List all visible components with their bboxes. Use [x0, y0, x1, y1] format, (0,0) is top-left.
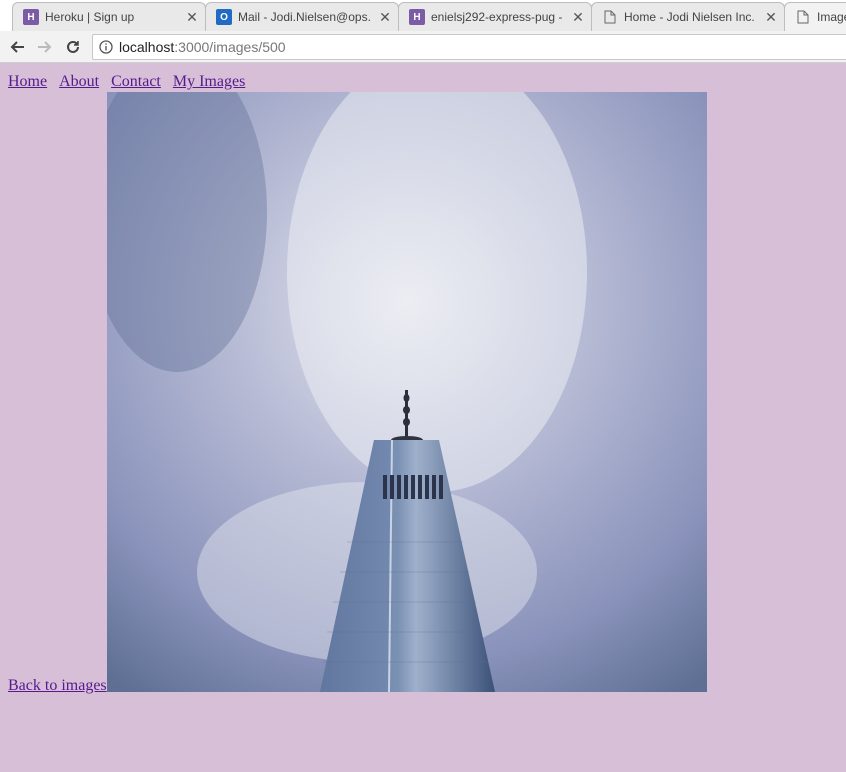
page-viewport: Home About Contact My Images Back to ima…	[0, 63, 846, 772]
page-icon	[602, 9, 618, 25]
back-arrow-icon[interactable]	[6, 36, 28, 58]
tab-title: Home - Jodi Nielsen Inc.	[624, 10, 755, 24]
site-nav: Home About Contact My Images	[8, 73, 257, 91]
url-host: localhost	[119, 39, 175, 55]
nav-home-link[interactable]: Home	[8, 73, 47, 90]
address-bar[interactable]: localhost:3000/images/500	[92, 34, 846, 60]
tab-heroku-signup[interactable]: H Heroku | Sign up ✕	[12, 2, 206, 31]
nav-my-images-link[interactable]: My Images	[173, 73, 245, 90]
tab-title: Image	[817, 10, 846, 24]
url-text: localhost:3000/images/500	[119, 39, 286, 55]
page-icon	[795, 9, 811, 25]
heroku-icon: H	[409, 9, 425, 25]
tab-mail[interactable]: O Mail - Jodi.Nielsen@ops. ✕	[205, 2, 399, 31]
tab-strip: H Heroku | Sign up ✕ O Mail - Jodi.Niels…	[0, 0, 846, 31]
reload-icon[interactable]	[62, 36, 84, 58]
heroku-icon: H	[23, 9, 39, 25]
tab-title: Mail - Jodi.Nielsen@ops.	[238, 10, 371, 24]
forward-arrow-icon[interactable]	[34, 36, 56, 58]
tab-title: enielsj292-express-pug -	[431, 10, 563, 24]
skyscraper-photo	[107, 92, 707, 692]
close-icon[interactable]: ✕	[378, 9, 392, 26]
outlook-icon: O	[216, 9, 232, 25]
info-icon[interactable]	[93, 40, 119, 54]
url-path: :3000/images/500	[174, 39, 286, 55]
nav-contact-link[interactable]: Contact	[111, 73, 161, 90]
tab-title: Heroku | Sign up	[45, 10, 135, 24]
tab-express-pug[interactable]: H enielsj292-express-pug - ✕	[398, 2, 592, 31]
close-icon[interactable]: ✕	[571, 9, 585, 26]
close-icon[interactable]: ✕	[185, 9, 199, 26]
back-to-images-link[interactable]: Back to images	[8, 677, 107, 695]
close-icon[interactable]: ✕	[764, 9, 778, 26]
nav-about-link[interactable]: About	[59, 73, 99, 90]
tab-image[interactable]: Image	[784, 2, 846, 31]
browser-toolbar: localhost:3000/images/500	[0, 31, 846, 63]
tab-home-jodi[interactable]: Home - Jodi Nielsen Inc. ✕	[591, 2, 785, 31]
